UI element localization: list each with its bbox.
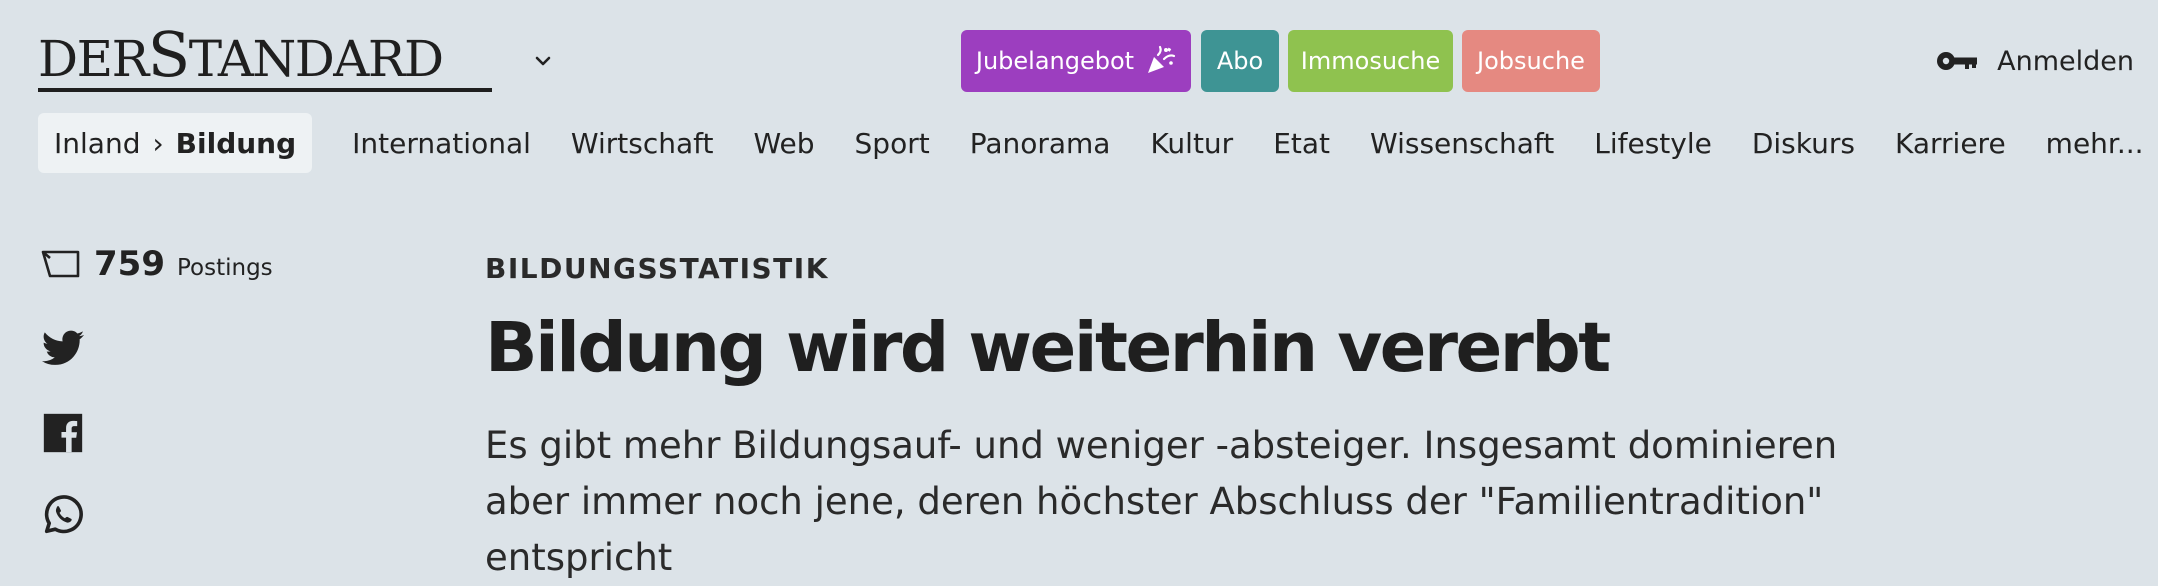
site-logo[interactable]: DERSTANDARD [38,24,444,89]
key-icon [1937,52,1978,70]
logo-text-tandard: TANDARD [188,30,444,88]
immosuche-button[interactable]: Immosuche [1288,30,1453,92]
nav-item-international[interactable]: International [352,127,531,160]
login-button[interactable]: Anmelden [1935,38,2134,84]
breadcrumb-parent[interactable]: Inland [54,127,140,160]
postings-label: Postings [176,255,273,281]
immosuche-label: Immosuche [1300,47,1441,75]
nav-item-kultur[interactable]: Kultur [1150,127,1233,160]
nav-item-lifestyle[interactable]: Lifestyle [1594,127,1712,160]
article-headline: Bildung wird weiterhin vererbt [485,308,1611,388]
main-nav: Inland › Bildung International Wirtschaf… [38,113,2144,173]
jobsuche-button[interactable]: Jobsuche [1462,30,1600,92]
postings-count: 759 [94,244,165,284]
postings-link[interactable]: 759 Postings [40,244,273,284]
nav-item-karriere[interactable]: Karriere [1895,127,2006,160]
jubelangebot-label: Jubelangebot [975,47,1135,75]
nav-item-panorama[interactable]: Panorama [970,127,1111,160]
nav-item-web[interactable]: Web [753,127,814,160]
abo-label: Abo [1216,47,1264,75]
nav-item-sport[interactable]: Sport [855,127,930,160]
nav-item-wirtschaft[interactable]: Wirtschaft [571,127,714,160]
whatsapp-icon[interactable] [40,492,86,538]
nav-item-more[interactable]: mehr... [2046,127,2144,160]
nav-item-etat[interactable]: Etat [1273,127,1330,160]
breadcrumb: Inland › Bildung [38,113,313,173]
logo-text-s: S [147,18,190,91]
twitter-icon[interactable] [40,326,86,372]
party-popper-icon [1148,45,1176,73]
facebook-icon[interactable] [40,410,86,456]
abo-button[interactable]: Abo [1201,30,1279,92]
jobsuche-label: Jobsuche [1477,47,1585,75]
login-label: Anmelden [1997,45,2134,77]
article-lead: Es gibt mehr Bildungsauf- und weniger -a… [485,424,1838,579]
logo-text-der: DER [38,30,149,88]
article-kicker: BILDUNGSSTATISTIK [485,252,829,285]
breadcrumb-current[interactable]: Bildung [176,127,297,160]
breadcrumb-separator: › [152,126,164,160]
chevron-down-icon[interactable] [532,50,554,72]
logo-underline [38,88,492,92]
nav-item-wissenschaft[interactable]: Wissenschaft [1370,127,1554,160]
comment-icon [41,250,80,278]
nav-item-diskurs[interactable]: Diskurs [1752,127,1855,160]
jubelangebot-button[interactable]: Jubelangebot [961,30,1191,92]
